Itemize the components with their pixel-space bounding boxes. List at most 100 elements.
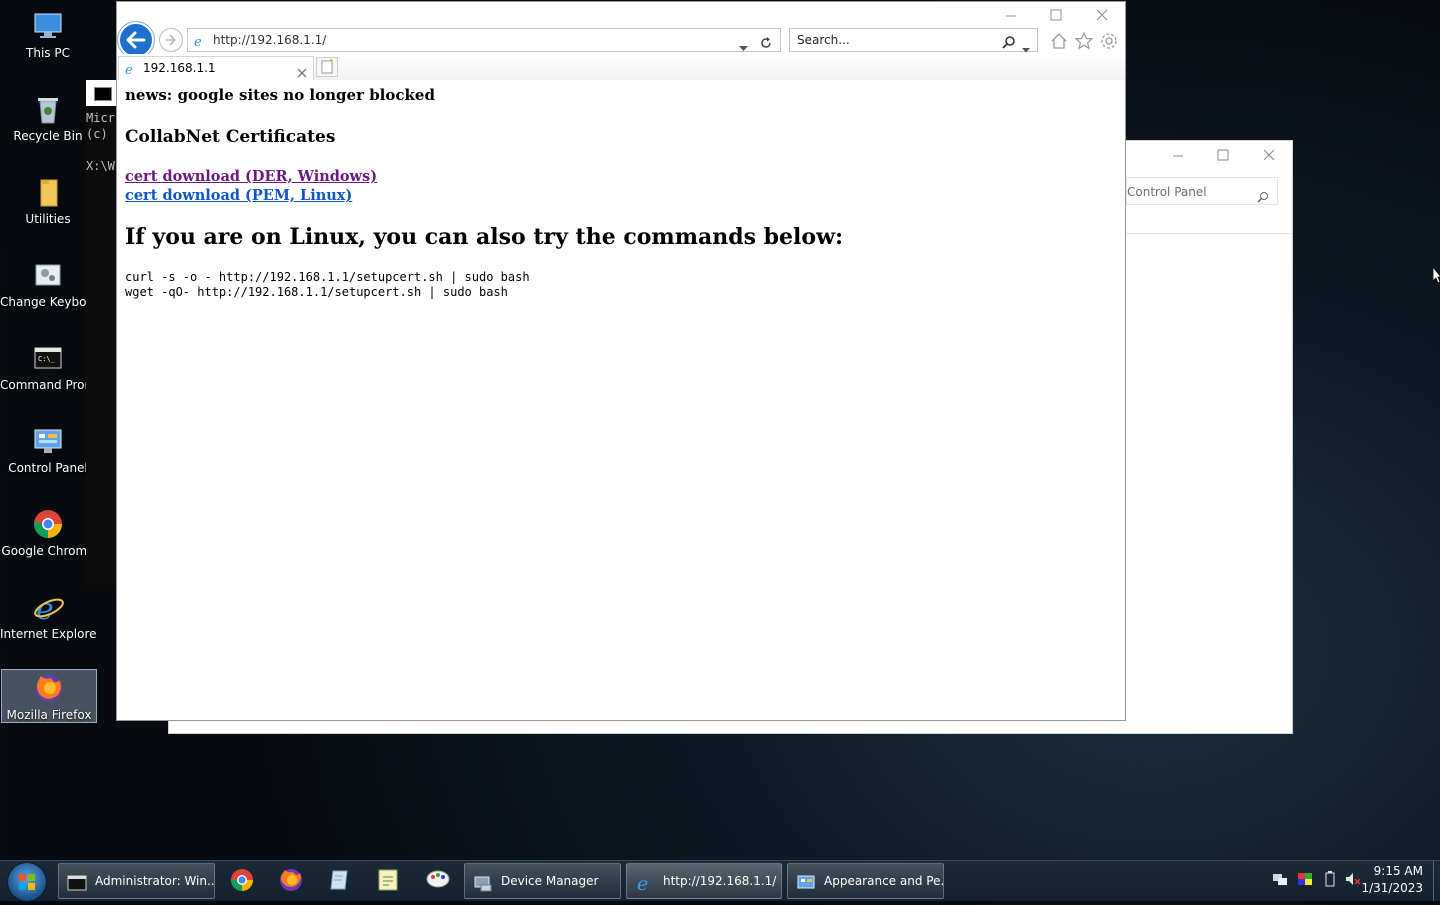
search-input[interactable]: Search... xyxy=(789,28,1038,53)
favorites-star-icon[interactable] xyxy=(1074,31,1094,51)
refresh-icon[interactable] xyxy=(760,34,772,48)
network-icon[interactable] xyxy=(1272,871,1288,887)
address-bar[interactable]: e http://192.168.1.1/ xyxy=(187,28,781,52)
this-pc-icon xyxy=(32,10,64,42)
maximize-icon[interactable] xyxy=(1216,147,1230,161)
internet-explorer-window[interactable]: e http://192.168.1.1/ Search... e 192.16… xyxy=(116,1,1126,721)
clock-time: 9:15 AM xyxy=(1373,864,1423,878)
show-desktop-button[interactable] xyxy=(1433,861,1440,901)
desktop-icon-label: This PC xyxy=(26,46,70,60)
forward-arrow-icon xyxy=(166,34,176,46)
taskbar-button-command-prompt[interactable]: Administrator: Win... xyxy=(58,863,215,899)
keyboard-settings-icon xyxy=(32,259,64,291)
clock-date: 1/31/2023 xyxy=(1361,881,1423,895)
forward-button[interactable] xyxy=(159,28,183,52)
ie-page-icon: e xyxy=(124,61,138,78)
minimize-icon[interactable] xyxy=(1171,147,1185,161)
tab-192-168-1-1[interactable]: e 192.168.1.1 xyxy=(118,56,314,80)
close-icon[interactable] xyxy=(1093,8,1111,24)
desktop-icon-control-panel[interactable]: Control Panel xyxy=(0,419,96,476)
svg-text:e: e xyxy=(125,63,133,76)
new-tab-button[interactable] xyxy=(316,57,338,77)
news-text: news: google sites no longer blocked xyxy=(125,86,435,104)
desktop-icon-google-chrome[interactable]: Google Chrome xyxy=(0,502,96,559)
command-prompt-icon: C:\_ xyxy=(32,342,64,374)
page-heading: CollabNet Certificates xyxy=(125,127,336,147)
desktop-icon-label: Internet Explorer xyxy=(0,627,96,641)
taskbar-button-internet-explorer[interactable]: e http://192.168.1.1/ ... xyxy=(626,863,782,899)
taskbar-pin-chrome[interactable] xyxy=(229,867,255,893)
desktop-icon-utilities[interactable]: Utilities xyxy=(0,170,96,227)
cert-download-der-link[interactable]: cert download (DER, Windows) xyxy=(125,168,377,185)
control-panel-icon xyxy=(32,425,64,457)
taskbar-button-label: http://192.168.1.1/ ... xyxy=(663,874,782,888)
close-icon[interactable] xyxy=(1262,147,1276,161)
svg-text:e: e xyxy=(194,35,202,48)
back-arrow-icon xyxy=(126,31,146,49)
search-placeholder: Control Panel xyxy=(1127,185,1207,199)
search-placeholder: Search... xyxy=(797,33,850,47)
control-panel-icon xyxy=(796,872,816,892)
mouse-cursor-icon xyxy=(1432,265,1440,285)
color-display-icon[interactable] xyxy=(1297,871,1313,887)
chrome-icon xyxy=(32,508,64,540)
command-prompt-icon xyxy=(67,872,87,892)
browser-toolbar: e http://192.168.1.1/ Search... e 192.16… xyxy=(117,2,1125,80)
notepad-icon xyxy=(330,870,348,890)
linux-commands: curl -s -o - http://192.168.1.1/setupcer… xyxy=(125,270,530,299)
desktop-icon-label: Mozilla Firefox xyxy=(6,708,92,722)
volume-muted-icon[interactable] xyxy=(1345,871,1361,887)
desktop-icon-label: Utilities xyxy=(25,212,71,226)
internet-explorer-icon: e xyxy=(32,591,64,627)
taskbar: Administrator: Win... Device Manager e h… xyxy=(0,860,1440,901)
control-panel-search-input[interactable]: Control Panel xyxy=(1126,177,1278,205)
chrome-icon xyxy=(231,869,253,891)
recycle-bin-icon xyxy=(32,93,64,125)
taskbar-pin-firefox[interactable] xyxy=(278,867,304,893)
system-clock[interactable]: 9:15 AM 1/31/2023 xyxy=(1361,863,1423,897)
desktop-icon-change-keyboard-layout[interactable]: Change Keyboard Layout xyxy=(0,253,96,310)
desktop-icon-label: Command Prompt xyxy=(0,378,96,392)
close-tab-icon[interactable] xyxy=(297,63,307,78)
desktop-icon-internet-explorer[interactable]: e Internet Explorer xyxy=(0,585,96,642)
back-button[interactable] xyxy=(118,22,154,58)
svg-text:C:\_: C:\_ xyxy=(38,355,56,363)
battery-icon[interactable] xyxy=(1322,871,1338,887)
desktop-icon-command-prompt[interactable]: C:\_ Command Prompt xyxy=(0,336,96,393)
taskbar-pin-paint[interactable] xyxy=(425,867,451,893)
cert-download-pem-link[interactable]: cert download (PEM, Linux) xyxy=(125,187,352,204)
dropdown-arrow-icon[interactable] xyxy=(739,37,748,51)
taskbar-pin-editor[interactable] xyxy=(375,867,401,893)
home-icon[interactable] xyxy=(1049,31,1069,51)
taskbar-button-control-panel[interactable]: Appearance and Pe... xyxy=(787,863,944,899)
taskbar-button-label: Device Manager xyxy=(501,874,599,888)
search-icon[interactable] xyxy=(1257,185,1269,203)
desktop-icon-this-pc[interactable]: This PC xyxy=(0,4,96,61)
firefox-icon xyxy=(280,869,302,891)
dropdown-arrow-icon[interactable] xyxy=(1022,38,1030,53)
tab-bar: e 192.168.1.1 xyxy=(117,54,1125,80)
device-manager-icon xyxy=(473,872,493,892)
editor-icon xyxy=(378,869,398,891)
desktop-icon-label: Change Keyboard Layout xyxy=(0,295,96,309)
minimize-icon[interactable] xyxy=(1002,8,1020,24)
folder-icon xyxy=(32,176,64,208)
desktop-icon-mozilla-firefox[interactable]: Mozilla Firefox xyxy=(1,669,97,723)
maximize-icon[interactable] xyxy=(1047,8,1065,24)
internet-explorer-icon: e xyxy=(635,872,655,895)
ie-page-icon: e xyxy=(193,33,207,50)
paint-icon xyxy=(426,870,450,888)
taskbar-button-label: Administrator: Win... xyxy=(95,874,215,888)
start-button[interactable] xyxy=(8,863,46,901)
firefox-icon xyxy=(33,672,65,704)
svg-text:e: e xyxy=(637,873,648,893)
search-icon[interactable] xyxy=(1002,34,1015,49)
taskbar-button-device-manager[interactable]: Device Manager xyxy=(464,863,621,899)
desktop-icon-label: Control Panel xyxy=(8,461,88,475)
address-url[interactable]: http://192.168.1.1/ xyxy=(213,29,326,51)
taskbar-pin-notepad[interactable] xyxy=(327,867,353,893)
settings-gear-icon[interactable] xyxy=(1099,31,1119,51)
desktop-icon-label: Recycle Bin xyxy=(13,129,83,143)
desktop-icon-recycle-bin[interactable]: Recycle Bin xyxy=(0,87,96,144)
new-tab-icon xyxy=(321,59,333,74)
